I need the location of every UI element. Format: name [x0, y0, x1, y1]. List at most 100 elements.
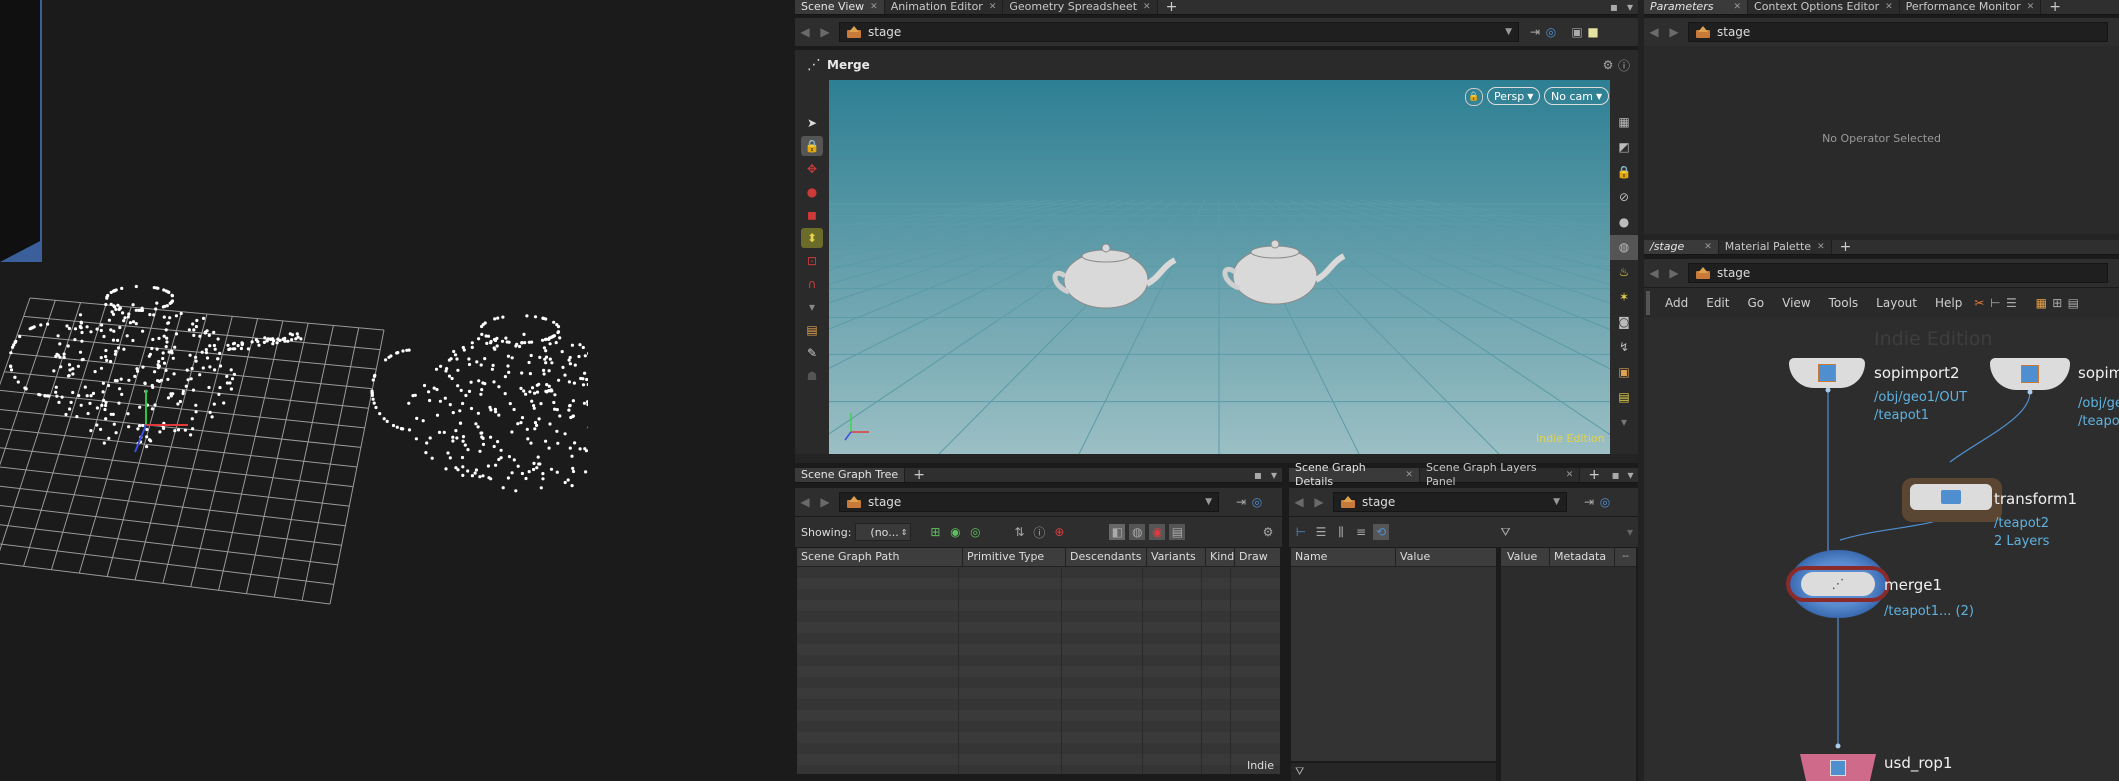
- viewport-lock-icon[interactable]: 🔒: [1465, 88, 1483, 106]
- close-icon[interactable]: ✕: [1885, 0, 1893, 14]
- close-icon[interactable]: ✕: [2027, 0, 2035, 14]
- list-layout-icon[interactable]: ☰: [2003, 295, 2019, 311]
- showing-dropdown[interactable]: (no... ⇕: [855, 523, 912, 541]
- columns-view-icon[interactable]: ⫼: [1333, 524, 1349, 540]
- view-toggle-2-icon[interactable]: ◍: [1129, 524, 1146, 540]
- column-header[interactable]: Descendants: [1066, 548, 1147, 566]
- gear-icon[interactable]: ⚙: [1260, 524, 1276, 540]
- close-icon[interactable]: ✕: [1405, 468, 1413, 482]
- pane-dropdown-icon[interactable]: ▾: [1623, 467, 1638, 483]
- column-header[interactable]: Value: [1501, 548, 1550, 566]
- back-icon[interactable]: ◀: [1644, 266, 1664, 280]
- column-header[interactable]: Metadata: [1550, 548, 1615, 566]
- left-3d-view[interactable]: [0, 0, 588, 781]
- forward-icon[interactable]: ▶: [1664, 25, 1684, 39]
- more-icon[interactable]: ▾: [1610, 410, 1638, 435]
- search-icon[interactable]: ⊕: [1051, 524, 1067, 540]
- help-icon[interactable]: ⓘ: [1616, 57, 1632, 73]
- link-icon[interactable]: ◎: [1543, 24, 1559, 40]
- node-usd-rop1[interactable]: [1800, 754, 1876, 781]
- wrench-icon[interactable]: ✂: [1971, 295, 1987, 311]
- network-side-handle[interactable]: [1646, 291, 1650, 315]
- pose-tool-icon[interactable]: ⬍: [801, 228, 823, 248]
- details-name-value-table[interactable]: Name Value: [1291, 548, 1496, 761]
- pin-icon[interactable]: ⇥: [1233, 494, 1249, 510]
- menu-add[interactable]: Add: [1656, 296, 1697, 310]
- viewport-3d[interactable]: 🔒 Persp ▼ No cam ▼ Indie Edition: [829, 80, 1610, 454]
- scale-tool-icon[interactable]: ◼: [801, 205, 823, 225]
- sort-icon[interactable]: ⇅: [1011, 524, 1027, 540]
- menu-go[interactable]: Go: [1738, 296, 1773, 310]
- pin-icon[interactable]: ⇥: [1527, 24, 1543, 40]
- link-icon[interactable]: ◎: [1249, 494, 1265, 510]
- tab-geometry-spreadsheet[interactable]: Geometry Spreadsheet ✕: [1003, 0, 1158, 14]
- light-bulb-icon[interactable]: ◍: [1610, 235, 1638, 260]
- paint-tool-icon[interactable]: ✎: [801, 343, 823, 363]
- node-transform1[interactable]: [1910, 484, 1992, 510]
- material-filter-icon[interactable]: ◎: [967, 524, 983, 540]
- info-icon[interactable]: ⓘ: [1031, 524, 1047, 540]
- lock-camera-icon[interactable]: 🔒: [1610, 160, 1638, 185]
- light-icon[interactable]: ♨: [1610, 260, 1638, 285]
- wire-shade-icon[interactable]: ◩: [1610, 135, 1638, 160]
- tab-context-options-editor[interactable]: Context Options Editor ✕: [1748, 0, 1900, 14]
- dropdown-icon[interactable]: ▾: [1622, 524, 1638, 540]
- tree-body[interactable]: [797, 567, 1280, 774]
- lock-tool-icon[interactable]: 🔒: [801, 136, 823, 156]
- stage-path-field[interactable]: stage: [1688, 22, 2108, 42]
- close-icon[interactable]: ✕: [1143, 0, 1151, 14]
- close-icon[interactable]: ✕: [989, 0, 997, 14]
- chevron-down-icon[interactable]: ▼: [1505, 27, 1512, 37]
- pin-icon[interactable]: ⇥: [1581, 494, 1597, 510]
- tab-performance-monitor[interactable]: Performance Monitor ✕: [1899, 0, 2042, 14]
- back-icon[interactable]: ◀: [795, 25, 815, 39]
- transform-tool-icon[interactable]: ✥: [801, 159, 823, 179]
- pane-menu-icon[interactable]: ▪: [1250, 467, 1266, 483]
- cube-icon[interactable]: ▣: [1569, 24, 1585, 40]
- gear-icon[interactable]: ⚙: [1600, 57, 1616, 73]
- forward-icon[interactable]: ▶: [815, 25, 835, 39]
- spot-light-icon[interactable]: ✶: [1610, 285, 1638, 310]
- node-sopimport2[interactable]: [1789, 358, 1865, 388]
- column-header[interactable]: Kind: [1206, 548, 1235, 566]
- snap-tool-icon[interactable]: ⊡: [801, 251, 823, 271]
- link-icon[interactable]: ◎: [1597, 494, 1613, 510]
- view-toggle-1-icon[interactable]: ◧: [1109, 524, 1126, 540]
- chevron-down-icon[interactable]: ▼: [1205, 497, 1212, 507]
- back-icon[interactable]: ◀: [1644, 25, 1664, 39]
- column-header[interactable]: Draw Mode: [1235, 548, 1280, 581]
- column-header[interactable]: Primitive Type: [963, 548, 1066, 566]
- details-filter-bar[interactable]: ⛛: [1291, 763, 1496, 781]
- geometry-filter-icon[interactable]: ◉: [947, 524, 963, 540]
- node-sopimport-second[interactable]: [1990, 358, 2070, 390]
- list-view-icon[interactable]: ☰: [1313, 524, 1329, 540]
- close-icon[interactable]: ✕: [870, 0, 878, 14]
- clip-icon[interactable]: ⊘: [1610, 185, 1638, 210]
- close-icon[interactable]: ✕: [1817, 240, 1825, 254]
- viewer-state-icon[interactable]: ■: [1585, 24, 1601, 40]
- menu-edit[interactable]: Edit: [1697, 296, 1738, 310]
- view-toggle-3-icon[interactable]: ◉: [1149, 524, 1166, 540]
- close-icon[interactable]: ✕: [1566, 468, 1574, 482]
- tab-parameters[interactable]: Parameters ✕: [1644, 0, 1749, 14]
- camera-icon[interactable]: ◙: [1610, 310, 1638, 335]
- add-tab-button[interactable]: +: [905, 467, 933, 483]
- node-merge1[interactable]: ⋰: [1801, 572, 1875, 596]
- close-icon[interactable]: ✕: [1704, 240, 1712, 254]
- camera-dropdown[interactable]: No cam ▼: [1544, 87, 1610, 105]
- tree-layout-icon[interactable]: ⊢: [1987, 295, 2003, 311]
- add-tab-button[interactable]: +: [1158, 0, 1186, 15]
- render-icon[interactable]: ▣: [1610, 360, 1638, 385]
- forward-icon[interactable]: ▶: [1309, 495, 1329, 509]
- close-icon[interactable]: ✕: [1733, 0, 1741, 14]
- stage-path-field[interactable]: stage ▼: [1333, 492, 1567, 512]
- filter-icon[interactable]: ⛛: [1498, 524, 1514, 540]
- forward-icon[interactable]: ▶: [815, 495, 835, 509]
- chevron-down-icon[interactable]: ▼: [1553, 497, 1560, 507]
- back-icon[interactable]: ◀: [1289, 495, 1309, 509]
- link-view-icon[interactable]: ⟲: [1373, 524, 1389, 540]
- handle-tool-icon[interactable]: ☗: [801, 366, 823, 386]
- column-header[interactable]: Variants: [1147, 548, 1206, 566]
- forward-icon[interactable]: ▶: [1664, 266, 1684, 280]
- column-header[interactable]: Name: [1291, 548, 1396, 566]
